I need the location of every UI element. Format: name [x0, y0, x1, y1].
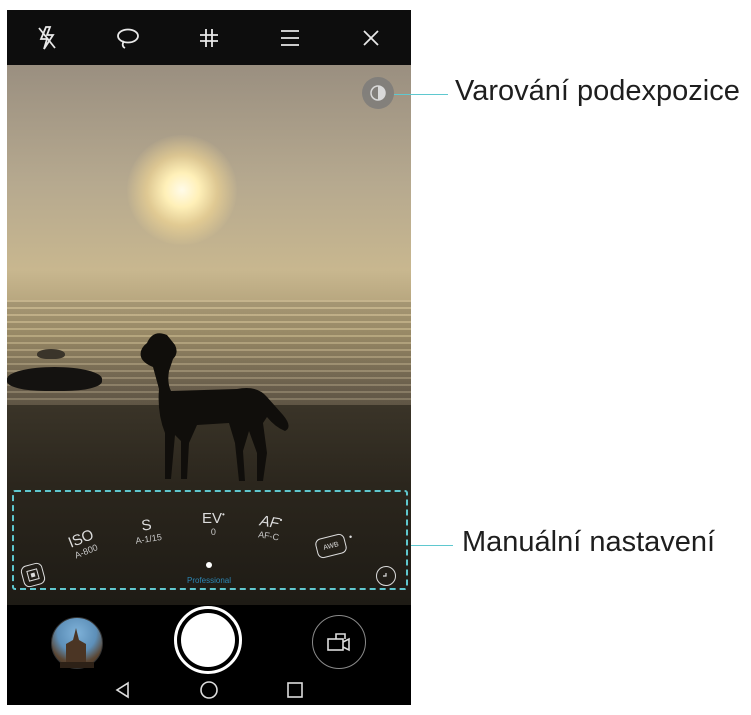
- timer-icon[interactable]: [376, 566, 396, 586]
- callout-underexposure-warning: Varování podexpozice: [455, 75, 740, 107]
- shutter-button[interactable]: [174, 606, 242, 674]
- system-navigation-bar: [7, 675, 411, 705]
- flash-off-icon[interactable]: [27, 18, 67, 58]
- awb-icon[interactable]: AWB: [314, 532, 348, 560]
- af-setting[interactable]: AF• AF-C: [257, 512, 283, 542]
- sun-glare: [127, 135, 237, 245]
- iso-setting[interactable]: ISO A-800: [66, 526, 100, 561]
- gallery-thumbnail[interactable]: [51, 617, 103, 669]
- recents-icon[interactable]: [283, 678, 307, 702]
- af-value: AF-C: [257, 529, 280, 543]
- metering-icon[interactable]: [19, 561, 47, 589]
- shutter-setting[interactable]: S A-1/15: [132, 515, 163, 546]
- underexposure-warning-icon[interactable]: [362, 77, 394, 109]
- grid-icon[interactable]: [189, 18, 229, 58]
- ev-value: 0: [210, 527, 216, 537]
- awb-label: AWB: [322, 540, 340, 552]
- dog-silhouette: [140, 333, 289, 481]
- home-icon[interactable]: [197, 678, 221, 702]
- rock-small: [37, 349, 65, 359]
- shutter-button-inner: [181, 613, 235, 667]
- manual-settings-panel: ISO A-800 S A-1/15 EV• 0 AF• AF-C AWB •: [12, 490, 408, 590]
- camera-top-bar: [7, 10, 411, 65]
- mode-indicator-dot: [206, 562, 212, 568]
- lasso-icon[interactable]: [108, 18, 148, 58]
- viewfinder[interactable]: ISO A-800 S A-1/15 EV• 0 AF• AF-C AWB •: [7, 65, 411, 605]
- switch-to-video-button[interactable]: [312, 615, 366, 669]
- awb-dot: •: [349, 532, 353, 542]
- camera-bottom-bar: [7, 605, 411, 705]
- video-camera-switch-icon: [327, 633, 350, 652]
- callout-manual-settings: Manuální nastavení: [462, 526, 716, 558]
- callout-line-manual: [411, 545, 453, 546]
- close-icon[interactable]: [351, 18, 391, 58]
- camera-screen: ISO A-800 S A-1/15 EV• 0 AF• AF-C AWB •: [7, 10, 411, 705]
- ev-setting[interactable]: EV• 0: [202, 510, 225, 537]
- callout-line-warning: [394, 94, 448, 95]
- menu-icon[interactable]: [270, 18, 310, 58]
- rock-left: [7, 367, 102, 391]
- back-icon[interactable]: [111, 678, 135, 702]
- ev-label: EV•: [202, 510, 225, 527]
- mode-label[interactable]: Professional: [167, 576, 251, 585]
